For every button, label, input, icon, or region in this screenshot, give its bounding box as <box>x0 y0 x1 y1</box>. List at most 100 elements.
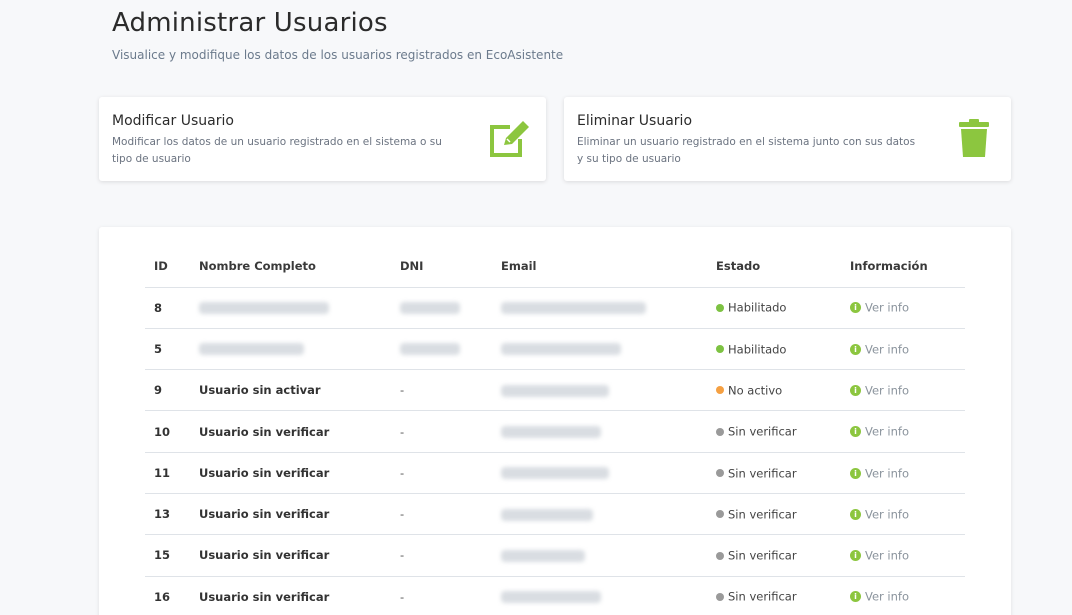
edit-icon[interactable] <box>486 119 532 159</box>
table-row: 5 Habilitado i Ver info <box>145 328 965 371</box>
cell-nombre: Usuario sin verificar <box>190 534 391 577</box>
cell-id: 15 <box>145 534 190 577</box>
cell-informacion: i Ver info <box>841 328 965 371</box>
cell-informacion: i Ver info <box>841 410 965 453</box>
table-row: 16 Usuario sin verificar - Sin verificar i Ve… <box>145 576 965 615</box>
info-icon: i <box>850 508 861 520</box>
status-label: Sin verificar <box>728 424 797 439</box>
page-subtitle: Visualice y modifique los datos de los u… <box>112 48 564 62</box>
cell-informacion: i Ver info <box>841 369 965 412</box>
cell-nombre <box>190 287 391 329</box>
info-icon: i <box>850 302 861 314</box>
ver-info-link[interactable]: i Ver info <box>850 300 909 315</box>
ver-info-link[interactable]: i Ver info <box>850 466 909 480</box>
cell-id: 11 <box>145 452 190 494</box>
status-dot-icon <box>716 386 724 395</box>
info-icon: i <box>850 591 861 603</box>
status-label: Sin verificar <box>728 589 797 604</box>
ver-info-label: Ver info <box>865 507 910 522</box>
cell-nombre: Usuario sin verificar <box>190 493 391 536</box>
modify-user-title: Modificar Usuario <box>112 113 234 129</box>
trash-icon[interactable] <box>951 119 997 159</box>
table-row: 10 Usuario sin verificar - Sin verificar i Ve… <box>145 410 965 453</box>
status-dot-icon <box>716 345 724 354</box>
users-table: ID Nombre Completo DNI Email Estado Info… <box>145 245 965 615</box>
cell-informacion: i Ver info <box>841 287 965 329</box>
status-dot-icon <box>716 303 724 312</box>
cell-dni: - <box>391 369 492 412</box>
ver-info-link[interactable]: i Ver info <box>850 342 909 356</box>
cell-dni: - <box>391 410 492 453</box>
status-label: Sin verificar <box>728 466 797 481</box>
cell-nombre: Usuario sin activar <box>190 369 391 412</box>
info-icon: i <box>850 467 861 479</box>
cell-nombre: Usuario sin verificar <box>190 410 391 453</box>
status-dot-icon <box>716 510 724 519</box>
delete-user-title: Eliminar Usuario <box>577 113 693 129</box>
status-dot-icon <box>716 469 724 478</box>
cell-informacion: i Ver info <box>841 534 965 577</box>
ver-info-label: Ver info <box>865 342 910 357</box>
info-icon: i <box>850 343 861 355</box>
cell-email <box>492 328 707 371</box>
redacted-dni <box>400 302 460 315</box>
cell-id: 9 <box>145 369 190 412</box>
header-informacion: Información <box>841 245 965 288</box>
redacted-email <box>501 384 609 397</box>
cell-email <box>492 287 707 329</box>
table-row: 11 Usuario sin verificar - Sin verificar i Ve… <box>145 452 965 494</box>
modify-user-card[interactable]: Modificar Usuario Modificar los datos de… <box>99 97 546 181</box>
cell-nombre <box>190 328 391 371</box>
ver-info-label: Ver info <box>865 383 910 398</box>
cell-dni: - <box>391 452 492 494</box>
cell-dni: - <box>391 576 492 615</box>
table-row: 15 Usuario sin verificar - Sin verificar i Ve… <box>145 534 965 577</box>
cell-nombre: Usuario sin verificar <box>190 452 391 494</box>
cell-email <box>492 576 707 615</box>
ver-info-label: Ver info <box>865 466 910 481</box>
cell-informacion: i Ver info <box>841 452 965 494</box>
table-row: 9 Usuario sin activar - No activo i Ver info <box>145 369 965 412</box>
ver-info-link[interactable]: i Ver info <box>850 424 909 439</box>
modify-user-description: Modificar los datos de un usuario regist… <box>112 136 442 165</box>
header-estado: Estado <box>707 245 841 288</box>
cell-estado: Sin verificar <box>707 576 841 615</box>
status-label: No activo <box>728 383 783 398</box>
status-dot-icon <box>716 551 724 560</box>
status-dot-icon <box>716 592 724 601</box>
cell-estado: No activo <box>707 369 841 412</box>
cell-estado: Sin verificar <box>707 534 841 577</box>
status-label: Sin verificar <box>728 507 797 522</box>
redacted-name <box>199 343 304 356</box>
users-table-panel: ID Nombre Completo DNI Email Estado Info… <box>99 227 1011 615</box>
delete-user-card[interactable]: Eliminar Usuario Eliminar un usuario reg… <box>564 97 1011 181</box>
redacted-dni <box>400 343 460 356</box>
redacted-email <box>501 549 585 562</box>
cell-nombre: Usuario sin verificar <box>190 576 391 615</box>
table-row: 13 Usuario sin verificar - Sin verificar i Ve… <box>145 493 965 536</box>
redacted-email <box>501 426 601 439</box>
header-id: ID <box>145 245 190 288</box>
cell-dni <box>391 287 492 329</box>
cell-dni: - <box>391 534 492 577</box>
ver-info-link[interactable]: i Ver info <box>850 589 909 604</box>
cell-email <box>492 369 707 412</box>
ver-info-link[interactable]: i Ver info <box>850 548 910 563</box>
ver-info-link[interactable]: i Ver info <box>850 383 909 397</box>
cell-email <box>492 534 707 577</box>
status-label: Habilitado <box>728 342 787 357</box>
cell-id: 8 <box>145 287 190 329</box>
cell-dni: - <box>391 493 492 536</box>
ver-info-link[interactable]: i Ver info <box>850 507 909 521</box>
cell-estado: Sin verificar <box>707 493 841 536</box>
header-dni: DNI <box>391 245 492 288</box>
cell-estado: Habilitado <box>707 287 841 329</box>
cell-informacion: i Ver info <box>841 493 965 536</box>
redacted-email <box>501 508 593 521</box>
status-dot-icon <box>716 427 724 436</box>
info-icon: i <box>850 550 861 562</box>
cell-estado: Sin verificar <box>707 410 841 453</box>
info-icon: i <box>850 384 861 396</box>
ver-info-label: Ver info <box>865 548 910 563</box>
cell-informacion: i Ver info <box>841 576 965 615</box>
